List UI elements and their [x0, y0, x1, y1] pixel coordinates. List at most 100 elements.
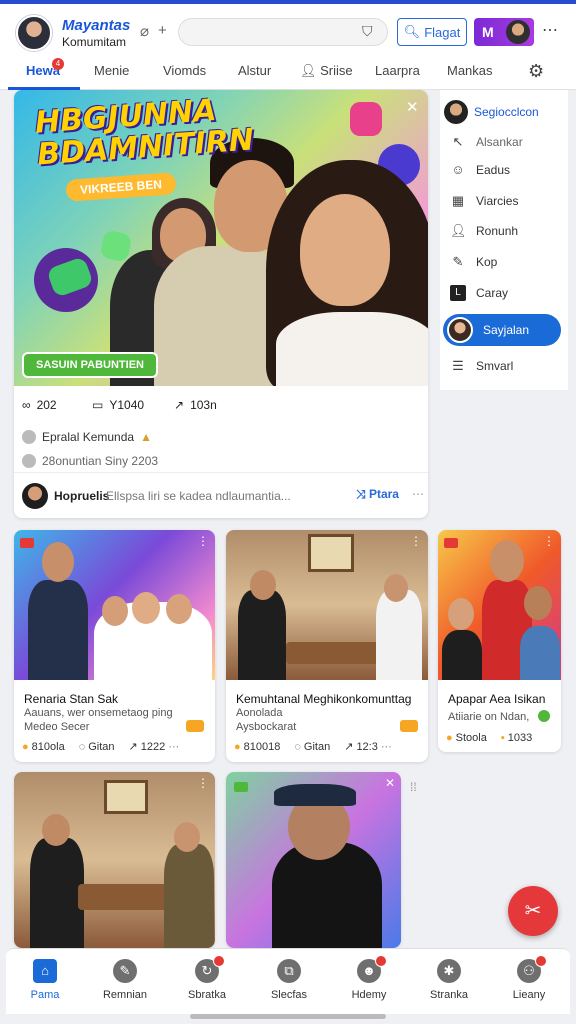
post-stats: ● 810018 ◌ Gitan ↗ 12:3 ⋯	[234, 740, 392, 754]
comment-stat[interactable]: ▭ Y1040	[92, 398, 144, 412]
post-title[interactable]: Kemuhtanal Meghikonkomunttag	[236, 692, 411, 706]
tab-alstur[interactable]: Alstur	[238, 63, 271, 78]
post-image[interactable]: ⋮	[14, 772, 215, 948]
tab-menie[interactable]: Menie	[94, 63, 129, 78]
compass-icon: ✎	[113, 959, 137, 983]
tag-badge	[186, 720, 204, 732]
hero-footer: Hopruelis Ellspsa liri se kadea ndlauman…	[14, 472, 428, 518]
more-icon[interactable]: ⋮	[197, 534, 209, 548]
reaction-icon: ●	[446, 732, 453, 744]
author-name[interactable]: Hopruelis	[54, 489, 109, 503]
m-profile-button[interactable]: M	[474, 18, 534, 46]
settings-gear-icon[interactable]: ⚙	[528, 61, 544, 82]
more-icon[interactable]: ⋯	[381, 740, 392, 753]
nav-item-stranka[interactable]: ✱ Stranka	[414, 959, 484, 1001]
post-image[interactable]: ⋮	[226, 530, 428, 680]
sidebar-item-viarcies[interactable]: ▦ Viarcies	[450, 193, 519, 209]
post-image[interactable]: ⋮	[14, 530, 215, 680]
tab-sriise[interactable]: 👤︎ Sriise	[300, 63, 353, 79]
tab-laarpra[interactable]: Laarpra	[375, 63, 420, 78]
post-card[interactable]: ⋮ Kemuhtanal Meghikonkomunttag Aonolada …	[226, 530, 428, 762]
hero-cta-pill[interactable]: SASUIN PABUNTIEN	[22, 352, 158, 378]
sidebar-header[interactable]: Segiocclcon	[444, 100, 539, 124]
filter-icon[interactable]: ⛉	[362, 23, 373, 40]
nav-item-slecfas[interactable]: ⧉ Slecfas	[254, 959, 324, 1001]
tab-mankas[interactable]: Mankas	[447, 63, 493, 78]
bookmark-stat[interactable]: ▪ 1033	[501, 732, 532, 744]
sidebar-item-label: Viarcies	[476, 194, 519, 208]
more-icon[interactable]: ⋮	[197, 776, 209, 790]
sidebar-item-alsankar[interactable]: ↖ Alsankar	[450, 134, 523, 150]
hero-post-card[interactable]: HBGJUNNA BDAMNITIRN VIKREEB BEN SASUIN P…	[14, 90, 428, 518]
more-icon[interactable]: ⋯	[168, 740, 179, 753]
like-stat[interactable]: ● 810ola	[22, 740, 65, 753]
share-stat[interactable]: ↗ 103n	[174, 398, 217, 412]
share-icon: ↗	[174, 398, 185, 412]
share-stat[interactable]: ↗ 12:3 ⋯	[344, 740, 392, 754]
search-icon: 🔍︎	[403, 24, 421, 39]
hero-meta-title-text: Epralal Kemunda	[42, 430, 135, 444]
sidebar-item-caray[interactable]: L Caray	[450, 285, 508, 301]
plus-icon[interactable]: +	[158, 22, 167, 39]
sidebar-item-ronunh[interactable]: 👤︎ Ronunh	[450, 223, 518, 239]
like-stat[interactable]: ∞ 202	[22, 398, 57, 412]
share-count: 103n	[190, 398, 217, 412]
sidebar-item-kop[interactable]: ✎ Kop	[450, 254, 498, 270]
post-title[interactable]: Renaria Stan Sak	[24, 692, 118, 706]
close-icon[interactable]: ✕	[385, 776, 395, 790]
post-card[interactable]: ⋮	[14, 772, 215, 948]
tab-viomds[interactable]: Viomds	[163, 63, 206, 78]
comment-icon: ◌	[294, 740, 301, 753]
post-image[interactable]: ✕	[226, 772, 401, 948]
pin-icon[interactable]: ⌀	[140, 22, 149, 40]
like-stat[interactable]: ● Stoola	[446, 732, 487, 744]
tag-badge	[400, 720, 418, 732]
nav-item-remnian[interactable]: ✎ Remnian	[90, 959, 160, 1001]
nav-item-sbratka[interactable]: ↻ Sbratka	[172, 955, 242, 1001]
sidebar-item-label: Caray	[476, 286, 509, 300]
more-icon[interactable]: ⋮	[543, 534, 555, 548]
home-indicator	[190, 1014, 386, 1019]
share-stat[interactable]: ↗ 1222 ⋯	[129, 740, 180, 754]
comment-stat[interactable]: ◌ Gitan	[79, 740, 115, 753]
home-icon: ⌂	[33, 959, 57, 983]
search-input[interactable]	[178, 18, 388, 46]
grid-more-icon[interactable]: ⁞⁞	[410, 780, 417, 794]
nav-item-hdemy[interactable]: ☻ Hdemy	[334, 955, 404, 1001]
post-card[interactable]: ✕	[226, 772, 401, 948]
profile-avatar[interactable]	[16, 15, 52, 51]
share-button-label: Ptara	[368, 487, 399, 501]
post-card[interactable]: ⋮ Renaria Stan Sak Aauans, wer onsemetao…	[14, 530, 215, 762]
more-icon[interactable]: ⋯	[412, 487, 424, 501]
post-title[interactable]: Apapar Aea Isikan	[448, 692, 545, 706]
post-stats: ● 810ola ◌ Gitan ↗ 1222 ⋯	[22, 740, 180, 754]
edit-icon: ✎	[452, 254, 464, 269]
hero-meta-subtitle: 28onuntian Siny 2203	[22, 454, 158, 468]
nav-item-lieany[interactable]: ⚇ Lieany	[494, 955, 564, 1001]
hero-image[interactable]: HBGJUNNA BDAMNITIRN VIKREEB BEN SASUIN P…	[14, 90, 428, 386]
author-avatar[interactable]	[22, 483, 48, 509]
sidebar-item-eadus[interactable]: ☺ Eadus	[450, 162, 510, 177]
more-icon[interactable]: ⋮	[410, 534, 422, 548]
post-stats: ● Stoola ▪ 1033	[446, 732, 532, 744]
close-icon[interactable]: ✕	[406, 98, 419, 116]
sidebar-item-sayjalan[interactable]: Sayjalan	[443, 314, 561, 346]
like-stat[interactable]: ● 810018	[234, 740, 280, 753]
post-image[interactable]: ⋮	[438, 530, 561, 680]
right-sidebar: Segiocclcon ↖ Alsankar ☺ Eadus ▦ Viarcie…	[440, 90, 568, 390]
flag-button[interactable]: 🔍︎ Flagat	[397, 18, 467, 46]
tab-sriise-label: Sriise	[320, 63, 353, 78]
sidebar-item-smvarl[interactable]: ☰ Smvarl	[450, 358, 513, 374]
nav-item-pama[interactable]: ⌂ Pama	[10, 959, 80, 1001]
comment-count: Y1040	[109, 398, 145, 412]
post-card[interactable]: ⋮ Apapar Aea Isikan Atiiarie on Ndan, ● S…	[438, 530, 561, 752]
post-description-2: Aysbockarat	[236, 721, 297, 733]
tab-hewa-badge: 4	[52, 58, 64, 70]
more-menu-icon[interactable]: ⋯	[542, 20, 558, 40]
create-post-button[interactable]: ✂	[508, 886, 558, 936]
brand-title: Mayantas	[62, 17, 131, 34]
bookmark-icon: ▪	[500, 732, 505, 744]
comment-stat[interactable]: ◌ Gitan	[294, 740, 330, 753]
smiley-icon: ☺	[451, 162, 465, 177]
share-button[interactable]: ⤨ Ptara	[356, 487, 399, 502]
